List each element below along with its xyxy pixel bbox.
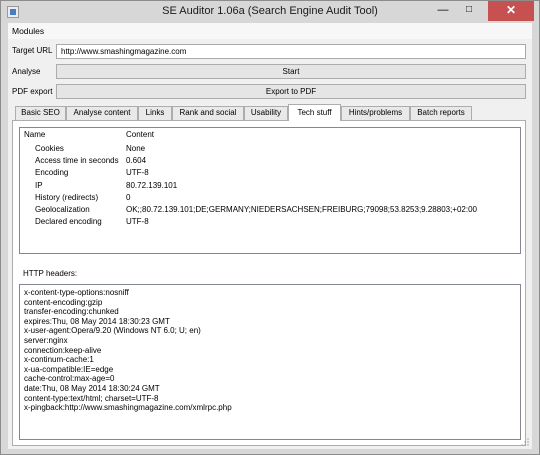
- header-line: x-pingback:http://www.smashingmagazine.c…: [24, 403, 232, 413]
- http-headers-textarea[interactable]: x-content-type-options:nosniff content-e…: [19, 284, 521, 440]
- row-name: History (redirects): [35, 192, 99, 202]
- row-name: Cookies: [35, 144, 64, 153]
- tech-info-table[interactable]: Name Content Cookies None Access time in…: [19, 127, 521, 254]
- row-name: Geolocalization: [35, 204, 90, 214]
- header-line: x-ua-compatible:IE=edge: [24, 364, 114, 374]
- table-row[interactable]: Geolocalization OK;;80.72.139.101;DE;GER…: [20, 204, 520, 216]
- tab-rank-and-social[interactable]: Rank and social: [172, 106, 244, 120]
- start-button[interactable]: Start: [56, 64, 526, 79]
- table-row[interactable]: History (redirects) 0: [20, 192, 520, 204]
- header-line: x-continum-cache:1: [24, 355, 94, 365]
- tab-tech-stuff[interactable]: Tech stuff: [288, 104, 341, 121]
- tab-analyse-content[interactable]: Analyse content: [66, 106, 138, 120]
- client-area: Modules Target URL http://www.smashingma…: [8, 23, 532, 449]
- column-header-name[interactable]: Name: [24, 130, 45, 139]
- table-row[interactable]: Access time in seconds 0.604: [20, 155, 520, 167]
- tech-stuff-panel: Name Content Cookies None Access time in…: [12, 120, 526, 446]
- close-button[interactable]: ✕: [488, 1, 534, 21]
- target-url-input[interactable]: http://www.smashingmagazine.com: [56, 44, 526, 59]
- header-line: content-type:text/html; charset=UTF-8: [24, 393, 159, 403]
- header-line: cache-control:max-age=0: [24, 374, 115, 384]
- header-line: transfer-encoding:chunked: [24, 307, 119, 317]
- minimize-button[interactable]: —: [431, 1, 455, 21]
- header-line: x-content-type-options:nosniff: [24, 288, 129, 297]
- tab-batch-reports[interactable]: Batch reports: [410, 106, 472, 120]
- column-header-content[interactable]: Content: [126, 130, 154, 139]
- http-headers-label: HTTP headers:: [23, 269, 78, 278]
- resize-grip-icon[interactable]: [521, 438, 529, 446]
- maximize-button[interactable]: □: [457, 1, 481, 21]
- tab-hints-problems[interactable]: Hints/problems: [341, 106, 410, 120]
- menu-modules[interactable]: Modules: [12, 26, 44, 36]
- row-name: Declared encoding: [35, 217, 102, 227]
- header-line: content-encoding:gzip: [24, 297, 103, 307]
- header-line: x-user-agent:Opera/9.20 (Windows NT 6.0;…: [24, 326, 201, 336]
- row-content: None: [126, 144, 146, 153]
- tab-usability[interactable]: Usability: [244, 106, 288, 120]
- row-name: Encoding: [35, 168, 69, 178]
- header-line: server:nginx: [24, 335, 68, 345]
- tab-basic-seo[interactable]: Basic SEO: [15, 106, 66, 120]
- title-bar[interactable]: SE Auditor 1.06a (Search Engine Audit To…: [1, 1, 539, 23]
- target-url-label: Target URL: [12, 46, 53, 55]
- menu-bar: Modules: [8, 23, 532, 39]
- row-name: Access time in seconds: [35, 156, 119, 166]
- row-content: OK;;80.72.139.101;DE;GERMANY;NIEDERSACHS…: [126, 204, 477, 214]
- table-row[interactable]: Encoding UTF-8: [20, 167, 520, 179]
- header-line: connection:keep-alive: [24, 345, 102, 355]
- row-content: 0.604: [126, 156, 147, 166]
- app-window: SE Auditor 1.06a (Search Engine Audit To…: [0, 0, 540, 455]
- row-content: UTF-8: [126, 217, 149, 227]
- row-name: IP: [35, 180, 43, 190]
- header-line: date:Thu, 08 May 2014 18:30:24 GMT: [24, 383, 160, 393]
- pdf-export-label: PDF export: [12, 87, 53, 96]
- analyse-label: Analyse: [12, 67, 41, 76]
- table-row[interactable]: IP 80.72.139.101: [20, 180, 520, 192]
- row-content: UTF-8: [126, 168, 149, 178]
- table-row[interactable]: Declared encoding UTF-8: [20, 216, 520, 228]
- export-pdf-button[interactable]: Export to PDF: [56, 84, 526, 99]
- row-content: 0: [126, 192, 131, 202]
- table-row[interactable]: Cookies None: [20, 143, 520, 155]
- header-line: expires:Thu, 08 May 2014 18:30:23 GMT: [24, 316, 170, 326]
- tab-links[interactable]: Links: [138, 106, 172, 120]
- row-content: 80.72.139.101: [126, 180, 178, 190]
